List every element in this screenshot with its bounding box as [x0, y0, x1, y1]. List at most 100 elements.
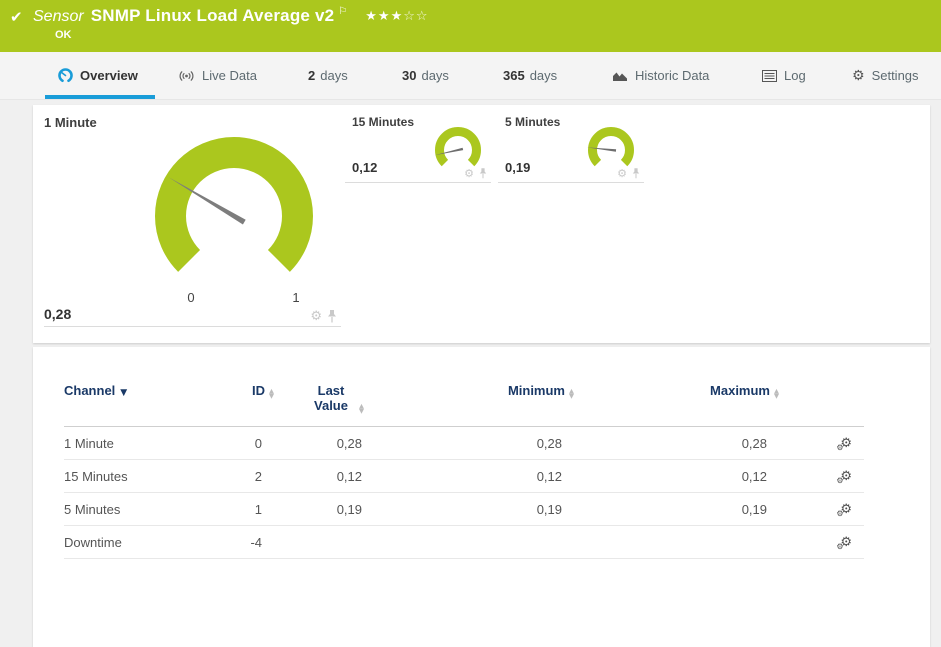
channel-name[interactable]: 5 Minutes	[64, 492, 239, 526]
column-header-minimum[interactable]: Minimum ▲ ▼	[374, 383, 574, 427]
channel-maximum	[574, 525, 779, 559]
tab-overview[interactable]: Overview	[45, 52, 155, 99]
channel-table: Channel ▼ ID ▲ ▼ Last Value ▲ ▼ Minimum ▲ ▼ Max…	[64, 383, 864, 559]
sensor-title: SNMP Linux Load Average v2	[90, 6, 335, 25]
sort-icon: ▲ ▼	[569, 387, 574, 400]
gear-icon: ⚙	[852, 67, 865, 84]
area-chart-icon	[612, 69, 628, 82]
tab-label: Settings	[871, 68, 919, 83]
tab-label: Live Data	[202, 68, 257, 83]
tab-label: days	[320, 68, 348, 83]
gauge-value: 0,12	[352, 160, 378, 175]
tab-label: Historic Data	[635, 68, 710, 83]
flag-icon: ⚐	[338, 6, 348, 17]
column-header-maximum[interactable]: Maximum ▲ ▼	[574, 383, 779, 427]
gauge-pin-icon[interactable]	[479, 168, 487, 179]
status-ok-check-icon: ✔	[10, 8, 23, 26]
channel-minimum: 0,28	[374, 426, 574, 460]
log-list-icon	[762, 69, 777, 82]
stars-filled[interactable]: ★★★	[365, 9, 403, 24]
channel-settings-icon[interactable]: ⚙ ⚙	[836, 436, 852, 452]
table-row-15-minutes: 15 Minutes 2 0,12 0,12 0,12 ⚙ ⚙	[64, 459, 864, 493]
object-type-label: Sensor	[33, 8, 84, 25]
gauge-value: 0,19	[505, 160, 531, 175]
sensor-header: ✔ Sensor SNMP Linux Load Average v2 ⚐ ★★…	[0, 0, 941, 52]
live-signal-icon	[178, 69, 195, 83]
sort-icon: ▲ ▼	[774, 387, 779, 400]
channel-maximum: 0,19	[574, 492, 779, 526]
tab-365-days[interactable]: 365 days	[503, 52, 557, 99]
column-header-id[interactable]: ID ▲ ▼	[239, 383, 274, 427]
sensor-status-badge: OK	[55, 29, 72, 41]
tab-bar: Overview Live Data 2 days 30 days 365 da…	[0, 52, 941, 100]
gauge-title: 5 Minutes	[505, 115, 561, 129]
tab-label: Log	[784, 68, 806, 83]
gauge-block-15-minutes: 15 Minutes 0,12 ⚙	[345, 115, 491, 183]
column-header-actions	[779, 383, 864, 427]
channel-last-value: 0,12	[274, 459, 374, 493]
gauge-icon	[58, 68, 73, 83]
table-row-1-minute: 1 Minute 0 0,28 0,28 0,28 ⚙ ⚙	[64, 426, 864, 460]
column-label: Minimum	[507, 383, 565, 398]
tab-settings[interactable]: ⚙ Settings	[852, 52, 919, 99]
column-label: Last Value	[314, 383, 348, 413]
channel-name[interactable]: Downtime	[64, 525, 239, 559]
table-row-downtime: Downtime -4 ⚙ ⚙	[64, 525, 864, 559]
channel-id: -4	[239, 525, 274, 559]
active-tab-underline	[45, 95, 155, 99]
column-header-channel[interactable]: Channel ▼	[64, 383, 239, 427]
gauge-block-1-minute: 1 Minute 0 1 0,28 ⚙	[44, 113, 341, 327]
gauges-panel: 1 Minute 0 1 0,28 ⚙ 15 Minutes 0,12 ⚙ 5 …	[33, 105, 930, 343]
tab-number: 365	[503, 68, 525, 83]
channel-minimum: 0,19	[374, 492, 574, 526]
gauge-scale-max: 1	[292, 290, 299, 305]
gauge-settings-gear-icon[interactable]: ⚙	[617, 168, 627, 179]
column-label: Maximum	[710, 383, 770, 398]
gauge-pin-icon[interactable]	[327, 310, 337, 323]
channel-last-value	[274, 525, 374, 559]
channel-settings-icon[interactable]: ⚙ ⚙	[836, 469, 852, 485]
gauge-settings-gear-icon[interactable]: ⚙	[310, 310, 322, 323]
gauge-block-5-minutes: 5 Minutes 0,19 ⚙	[498, 115, 644, 183]
channel-minimum: 0,12	[374, 459, 574, 493]
tab-historic-data[interactable]: Historic Data	[612, 52, 709, 99]
sort-icon: ▲ ▼	[269, 387, 274, 400]
tab-30-days[interactable]: 30 days	[402, 52, 449, 99]
channel-last-value: 0,19	[274, 492, 374, 526]
channel-settings-icon[interactable]: ⚙ ⚙	[836, 535, 852, 551]
channel-settings-icon[interactable]: ⚙ ⚙	[836, 502, 852, 518]
channel-table-panel: Channel ▼ ID ▲ ▼ Last Value ▲ ▼ Minimum ▲ ▼ Max…	[33, 347, 930, 647]
tab-number: 30	[402, 68, 417, 83]
channel-minimum	[374, 525, 574, 559]
column-label: ID	[252, 383, 265, 398]
gauge-value: 0,28	[44, 306, 72, 322]
stars-empty[interactable]: ☆☆	[403, 9, 428, 24]
column-label: Channel	[64, 383, 116, 398]
column-header-last-value[interactable]: Last Value ▲ ▼	[274, 383, 374, 427]
tab-label: days	[421, 68, 449, 83]
tab-2-days[interactable]: 2 days	[308, 52, 348, 99]
table-row-5-minutes: 5 Minutes 1 0,19 0,19 0,19 ⚙ ⚙	[64, 492, 864, 526]
priority-stars[interactable]: ★★★☆☆	[365, 9, 428, 24]
channel-maximum: 0,12	[574, 459, 779, 493]
gauge-title: 1 Minute	[44, 115, 97, 130]
tab-log[interactable]: Log	[762, 52, 806, 99]
channel-name[interactable]: 15 Minutes	[64, 459, 239, 493]
gauge-scale-min: 0	[187, 290, 194, 305]
tab-label: Overview	[80, 68, 138, 83]
gauge-pin-icon[interactable]	[632, 168, 640, 179]
gauge-chart-1-minute: 0 1	[155, 137, 313, 305]
channel-name[interactable]: 1 Minute	[64, 426, 239, 460]
channel-id: 0	[239, 426, 274, 460]
tab-live-data[interactable]: Live Data	[178, 52, 257, 99]
sort-icon: ▲ ▼	[359, 402, 364, 415]
channel-id: 1	[239, 492, 274, 526]
tab-number: 2	[308, 68, 316, 83]
channel-last-value: 0,28	[274, 426, 374, 460]
gauge-settings-gear-icon[interactable]: ⚙	[464, 168, 474, 179]
tab-label: days	[529, 68, 558, 83]
channel-maximum: 0,28	[574, 426, 779, 460]
gauge-title: 15 Minutes	[352, 115, 415, 129]
channel-id: 2	[239, 459, 274, 493]
sort-desc-icon: ▼	[120, 388, 128, 398]
